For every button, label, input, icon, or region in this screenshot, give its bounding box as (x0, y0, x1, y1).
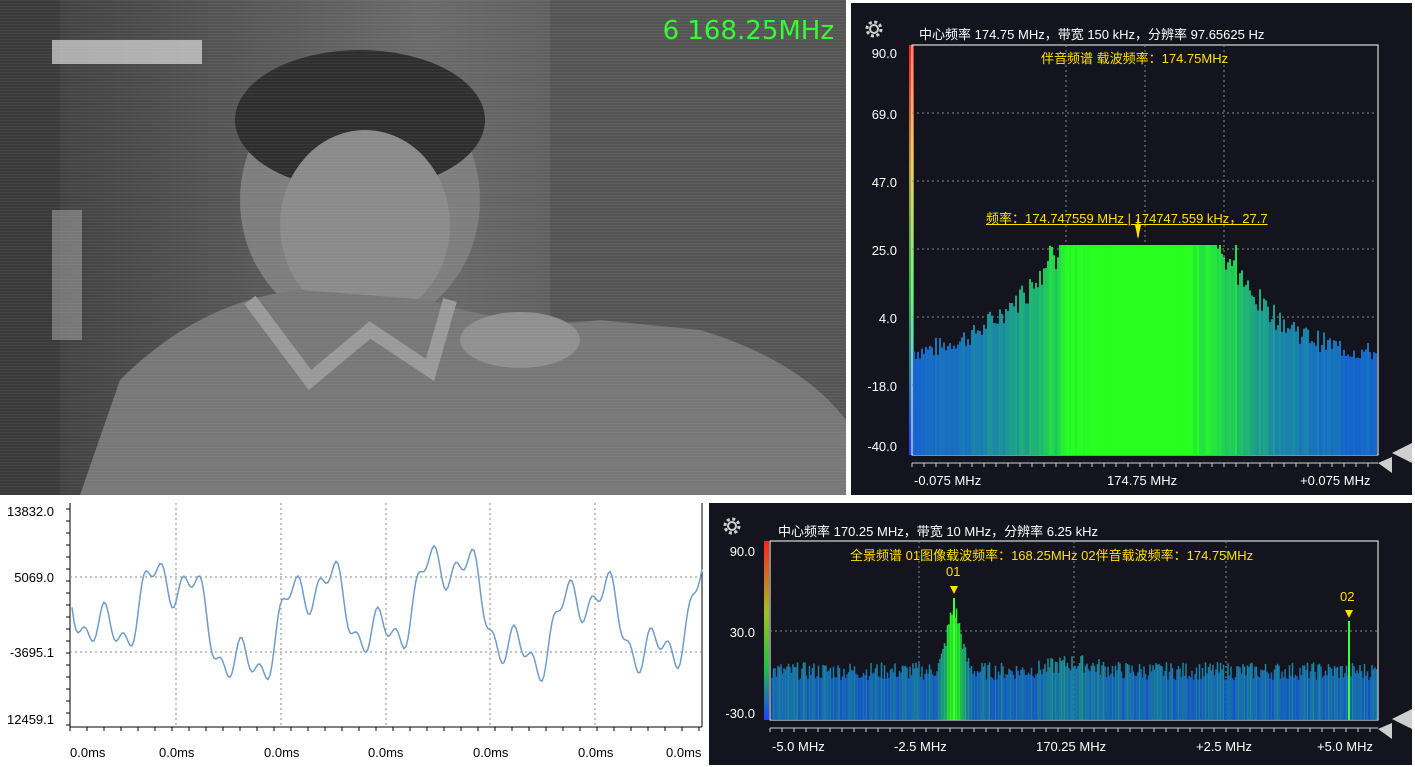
x-tick-label: 0.0ms (578, 745, 614, 760)
y-tick-label: 30.0 (729, 625, 755, 640)
sound-spectrum-plot (909, 44, 1379, 467)
y-tick-label: -40.0 (867, 439, 897, 454)
x-tick-label: -0.075 MHz (914, 473, 982, 488)
video-preview: 6 168.25MHz (0, 0, 846, 495)
x-tick-label: 170.25 MHz (1036, 739, 1107, 754)
video-frame-image (0, 0, 846, 495)
y-tick-label: -30.0 (725, 706, 755, 721)
x-tick-label: 174.75 MHz (1107, 473, 1178, 488)
y-tick-label: 13832.0 (7, 504, 54, 519)
x-tick-label: 0.0ms (264, 745, 300, 760)
y-tick-label: 12459.1 (7, 712, 54, 727)
y-tick-label: -18.0 (867, 379, 897, 394)
resize-handle-icon[interactable] (1378, 709, 1412, 745)
waveform-trace (71, 544, 703, 683)
y-tick-label: 90.0 (729, 544, 755, 559)
y-tick-label: -3695.1 (9, 645, 54, 660)
carrier-marker-01: 01 (946, 564, 961, 579)
sound-spectrum-panel: 中心频率 174.75 MHz，带宽 150 kHz，分辨率 97.65625 … (851, 3, 1412, 495)
y-tick-label: 4.0 (878, 311, 897, 326)
carrier-marker-02: 02 (1340, 589, 1355, 604)
y-tick-label: 25.0 (871, 243, 897, 258)
y-tick-label: 47.0 (871, 175, 897, 190)
x-tick-label: +2.5 MHz (1196, 739, 1252, 754)
x-tick-label: -5.0 MHz (772, 739, 825, 754)
y-tick-label: 69.0 (871, 107, 897, 122)
y-tick-label: 5069.0 (14, 570, 54, 585)
marker-02-arrow (1345, 610, 1353, 618)
x-tick-label: 0.0ms (368, 745, 404, 760)
peak-marker-label: 频率：174.747559 MHz | 174747.559 kHz，27.7 (986, 211, 1268, 226)
resize-handle-icon[interactable] (1378, 443, 1412, 479)
full-spectrum-panel: 中心频率 170.25 MHz，带宽 10 MHz，分辨率 6.25 kHz 全… (709, 503, 1412, 765)
waveform-panel: 13832.0 5069.0 -3695.1 12459.1 0.0ms 0.0… (2, 503, 704, 765)
x-tick-label: 0.0ms (473, 745, 509, 760)
frequency-overlay: 6 168.25MHz (662, 16, 834, 46)
color-scale-bar (764, 541, 769, 720)
x-tick-label: +0.075 MHz (1300, 473, 1371, 488)
x-tick-label: 0.0ms (666, 745, 702, 760)
sound-spectrum-subtitle: 伴音频谱 载波频率：174.75MHz (1041, 51, 1229, 66)
x-tick-label: -2.5 MHz (894, 739, 947, 754)
waveform-plot (66, 503, 703, 731)
marker-01-arrow (950, 586, 958, 594)
x-tick-label: 0.0ms (70, 745, 106, 760)
full-spectrum-subtitle: 全景频谱 01图像载波频率：168.25MHz 02伴音载波频率：174.75M… (850, 548, 1254, 563)
x-tick-label: 0.0ms (159, 745, 195, 760)
full-spectrum-plot (764, 540, 1379, 732)
y-tick-label: 90.0 (871, 46, 897, 61)
x-tick-label: +5.0 MHz (1317, 739, 1373, 754)
